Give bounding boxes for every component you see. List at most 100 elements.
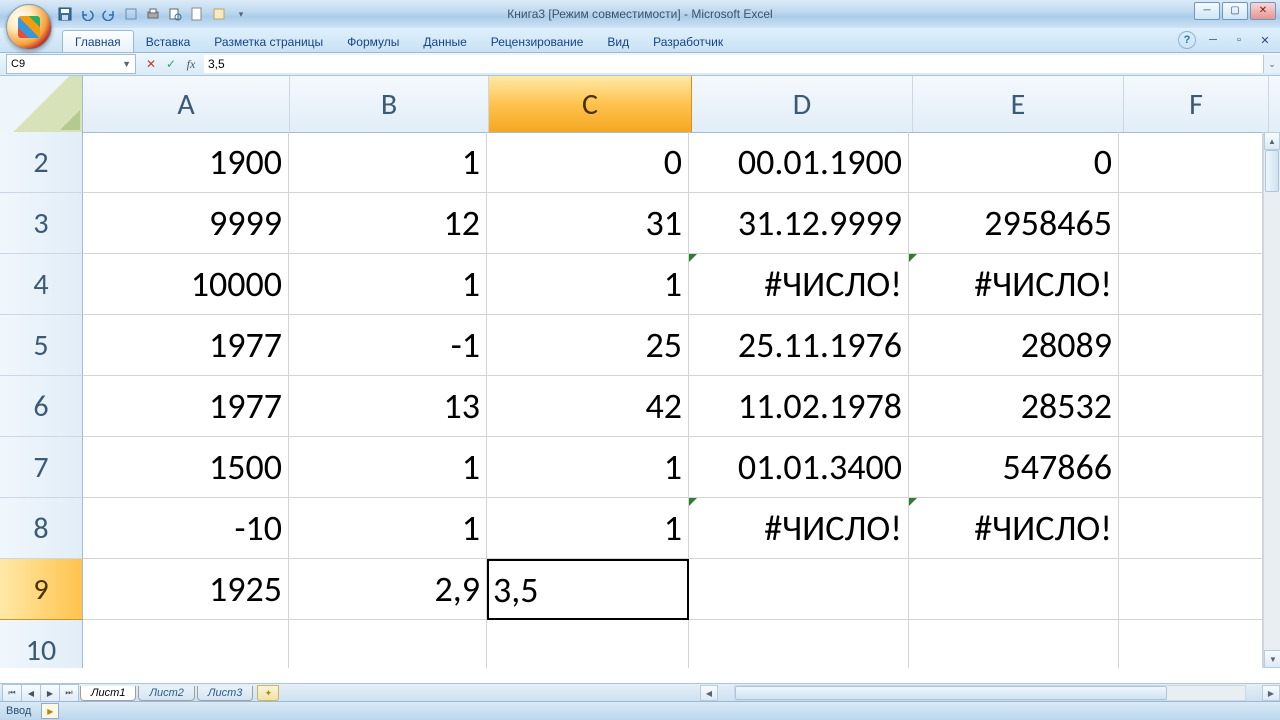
- name-box[interactable]: C9 ▼: [6, 54, 136, 74]
- scroll-thumb[interactable]: [1265, 150, 1279, 192]
- cell-A2[interactable]: 1900: [83, 132, 289, 193]
- cell-A7[interactable]: 1500: [83, 437, 289, 498]
- close-button[interactable]: ✕: [1250, 2, 1276, 20]
- cell-B10[interactable]: [289, 620, 487, 668]
- cell-F8[interactable]: [1119, 498, 1263, 559]
- print-icon[interactable]: [144, 5, 162, 23]
- new-sheet-icon[interactable]: ✦: [257, 685, 279, 701]
- cell-D6[interactable]: 11.02.1978: [689, 376, 909, 437]
- cell-E5[interactable]: 28089: [909, 315, 1119, 376]
- ribbon-tab-3[interactable]: Формулы: [335, 31, 411, 52]
- ribbon-tab-4[interactable]: Данные: [411, 31, 478, 52]
- cell-E6[interactable]: 28532: [909, 376, 1119, 437]
- cell-B9[interactable]: 2,9: [289, 559, 487, 620]
- cell-B2[interactable]: 1: [289, 132, 487, 193]
- formula-input[interactable]: [204, 55, 1263, 73]
- cell-D10[interactable]: [689, 620, 909, 668]
- cell-E3[interactable]: 2958465: [909, 193, 1119, 254]
- chevron-down-icon[interactable]: ▼: [122, 59, 131, 69]
- cell-A10[interactable]: [83, 620, 289, 668]
- cell-E4[interactable]: #ЧИСЛО!: [909, 254, 1119, 315]
- cell-E10[interactable]: [909, 620, 1119, 668]
- cell-F9[interactable]: [1119, 559, 1263, 620]
- grid-body[interactable]: 21900 10 00.01.19000 39999123131.12.9999295…: [0, 132, 1264, 668]
- hscroll-thumb[interactable]: [735, 686, 1167, 700]
- row-header-2[interactable]: 2: [0, 132, 83, 193]
- row-header-10[interactable]: 10: [0, 620, 83, 668]
- fx-icon[interactable]: fx: [182, 55, 200, 73]
- row-header-5[interactable]: 5: [0, 315, 83, 376]
- cell-D7[interactable]: 01.01.3400: [689, 437, 909, 498]
- qat-icon[interactable]: [122, 5, 140, 23]
- ribbon-restore-button[interactable]: ▫: [1230, 31, 1248, 49]
- ribbon-minimize-button[interactable]: ─: [1204, 31, 1222, 49]
- cell-C8[interactable]: 1: [487, 498, 689, 559]
- cell-F6[interactable]: [1119, 376, 1263, 437]
- cell-D3[interactable]: 31.12.9999: [689, 193, 909, 254]
- cell-C5[interactable]: 25: [487, 315, 689, 376]
- ribbon-tab-2[interactable]: Разметка страницы: [202, 31, 335, 52]
- select-all-corner[interactable]: [0, 76, 83, 132]
- cell-E2[interactable]: 0: [909, 132, 1119, 193]
- cell-D5[interactable]: 25.11.1976: [689, 315, 909, 376]
- cell-E8[interactable]: #ЧИСЛО!: [909, 498, 1119, 559]
- row-header-6[interactable]: 6: [0, 376, 83, 437]
- maximize-button[interactable]: ▢: [1222, 2, 1248, 20]
- macro-record-icon[interactable]: ▶: [41, 703, 59, 719]
- cell-A8[interactable]: -10: [83, 498, 289, 559]
- save-icon[interactable]: [56, 5, 74, 23]
- office-button[interactable]: [6, 4, 52, 50]
- ribbon-tab-0[interactable]: Главная: [62, 30, 134, 52]
- new-icon[interactable]: [188, 5, 206, 23]
- cell-A6[interactable]: 1977: [83, 376, 289, 437]
- cell-B3[interactable]: 12: [289, 193, 487, 254]
- column-header-B[interactable]: B: [290, 76, 489, 132]
- sheet-tab-2[interactable]: Лист3: [197, 686, 253, 701]
- cell-E7[interactable]: 547866: [909, 437, 1119, 498]
- sheet-nav-prev-icon[interactable]: ◀: [21, 684, 41, 702]
- scroll-right-icon[interactable]: ▶: [1262, 685, 1280, 701]
- cell-D9[interactable]: [689, 559, 909, 620]
- ribbon-tab-5[interactable]: Рецензирование: [479, 31, 596, 52]
- cell-C7[interactable]: 1: [487, 437, 689, 498]
- row-header-9[interactable]: 9: [0, 559, 83, 620]
- ribbon-close-button[interactable]: ✕: [1256, 31, 1274, 49]
- cell-F7[interactable]: [1119, 437, 1263, 498]
- undo-icon[interactable]: [78, 5, 96, 23]
- row-header-7[interactable]: 7: [0, 437, 83, 498]
- cell-A4[interactable]: 10000: [83, 254, 289, 315]
- cell-B5[interactable]: -1: [289, 315, 487, 376]
- cell-E9[interactable]: [909, 559, 1119, 620]
- minimize-button[interactable]: ─: [1194, 2, 1220, 20]
- cell-C3[interactable]: 31: [487, 193, 689, 254]
- redo-icon[interactable]: [100, 5, 118, 23]
- scroll-up-icon[interactable]: ▲: [1264, 132, 1280, 150]
- help-icon[interactable]: ?: [1178, 31, 1196, 49]
- cell-F3[interactable]: [1119, 193, 1263, 254]
- cell-D2[interactable]: 00.01.1900: [689, 132, 909, 193]
- preview-icon[interactable]: [166, 5, 184, 23]
- cell-B7[interactable]: 1: [289, 437, 487, 498]
- cancel-icon[interactable]: ✕: [142, 55, 160, 73]
- cell-B6[interactable]: 13: [289, 376, 487, 437]
- column-header-A[interactable]: A: [83, 76, 290, 132]
- column-header-F[interactable]: F: [1124, 76, 1269, 132]
- cell-A3[interactable]: 9999: [83, 193, 289, 254]
- formula-expand-icon[interactable]: ⌄: [1263, 55, 1280, 73]
- cell-F10[interactable]: [1119, 620, 1263, 668]
- cell-C9[interactable]: 3,5: [487, 559, 689, 620]
- ribbon-tab-7[interactable]: Разработчик: [641, 31, 735, 52]
- scroll-down-icon[interactable]: ▼: [1264, 650, 1280, 668]
- cell-F4[interactable]: [1119, 254, 1263, 315]
- cell-F2[interactable]: [1119, 132, 1263, 193]
- ribbon-tab-1[interactable]: Вставка: [134, 31, 203, 52]
- cell-C6[interactable]: 42: [487, 376, 689, 437]
- enter-icon[interactable]: ✓: [162, 55, 180, 73]
- row-header-3[interactable]: 3: [0, 193, 83, 254]
- cell-C4[interactable]: 1: [487, 254, 689, 315]
- cell-D4[interactable]: #ЧИСЛО!: [689, 254, 909, 315]
- cell-A9[interactable]: 1925: [83, 559, 289, 620]
- sheet-tab-0[interactable]: Лист1: [80, 686, 136, 701]
- column-header-C[interactable]: C: [489, 76, 692, 132]
- vertical-scrollbar[interactable]: ▲ ▼: [1263, 132, 1280, 668]
